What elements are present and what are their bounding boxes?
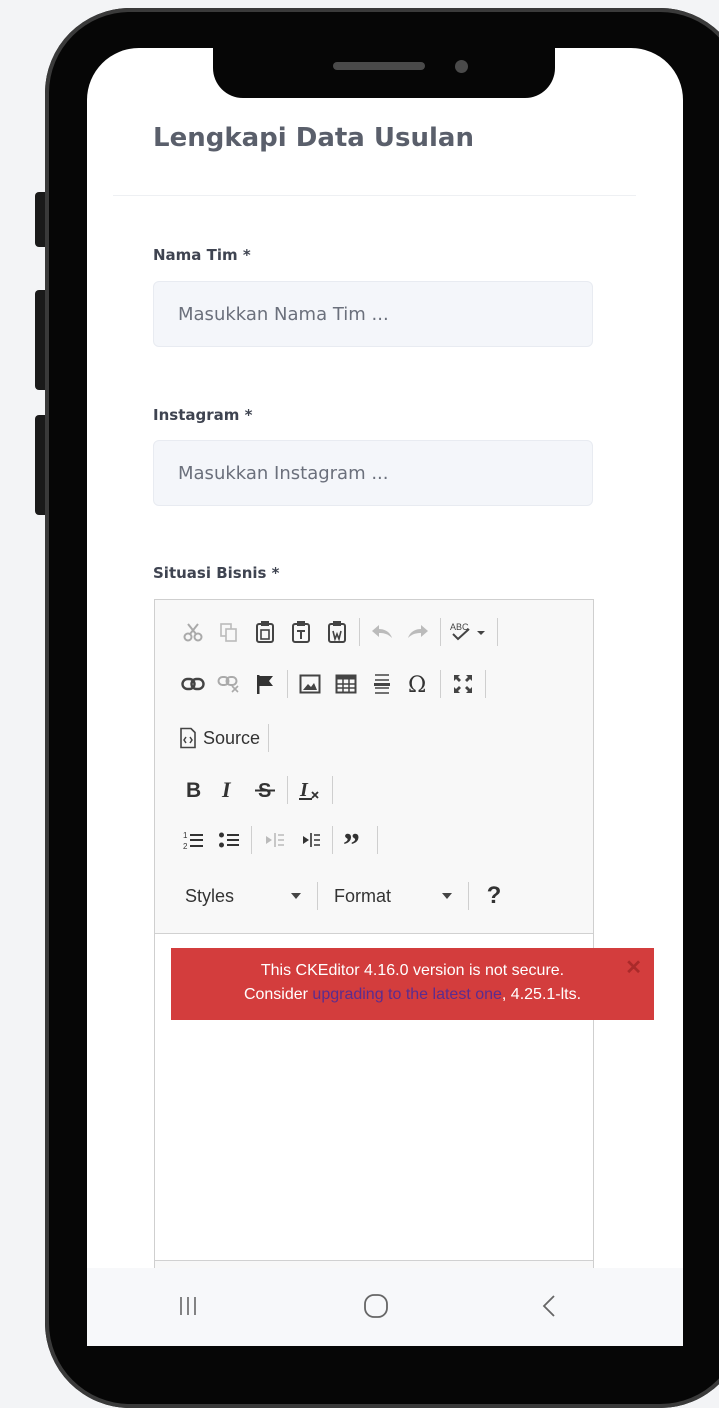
- toolbar-separator: [468, 882, 469, 910]
- phone-notch: [213, 48, 555, 98]
- strike-icon[interactable]: S: [247, 775, 283, 805]
- toolbar-separator: [332, 826, 333, 854]
- toolbar-separator: [377, 826, 378, 854]
- table-icon[interactable]: [328, 669, 364, 699]
- chevron-down-icon: [442, 893, 452, 899]
- cut-icon[interactable]: [175, 617, 211, 647]
- styles-dropdown[interactable]: Styles: [175, 881, 313, 911]
- upgrade-link[interactable]: upgrading to the latest one: [312, 986, 501, 1003]
- instagram-input[interactable]: [153, 440, 593, 506]
- close-icon[interactable]: ✕: [625, 956, 642, 980]
- toolbar-row-styles: Styles Format ?: [175, 878, 509, 914]
- svg-text:B: B: [186, 779, 201, 801]
- svg-text:2: 2: [183, 842, 188, 851]
- notice-line-1: This CKEditor 4.16.0 version is not secu…: [260, 962, 565, 979]
- image-icon[interactable]: [292, 669, 328, 699]
- special-char-icon[interactable]: Ω: [400, 669, 436, 699]
- paste-icon[interactable]: [247, 617, 283, 647]
- page-title: Lengkapi Data Usulan: [153, 123, 474, 153]
- toolbar-separator: [268, 724, 270, 752]
- back-icon[interactable]: [527, 1286, 571, 1326]
- system-navigation-bar: [87, 1268, 683, 1346]
- toolbar-separator: [440, 618, 441, 646]
- format-dropdown[interactable]: Format: [322, 881, 464, 911]
- business-situation-label: Situasi Bisnis *: [153, 564, 280, 582]
- svg-text:1: 1: [183, 831, 188, 840]
- toolbar-separator: [287, 776, 288, 804]
- recent-apps-icon[interactable]: [166, 1286, 210, 1326]
- source-icon: [180, 727, 196, 749]
- security-notice: This CKEditor 4.16.0 version is not secu…: [171, 948, 654, 1020]
- notice-line-2: Consider upgrading to the latest one, 4.…: [171, 983, 654, 1007]
- svg-text:I: I: [221, 779, 232, 801]
- numbered-list-icon[interactable]: 12: [175, 825, 211, 855]
- svg-text:”: ”: [343, 830, 360, 850]
- horizontal-line-icon[interactable]: [364, 669, 400, 699]
- notice-suffix: , 4.25.1-lts.: [501, 986, 582, 1003]
- help-button[interactable]: ?: [479, 882, 509, 910]
- team-name-label: Nama Tim *: [153, 246, 251, 264]
- toolbar-separator: [332, 776, 333, 804]
- home-icon[interactable]: [354, 1286, 398, 1326]
- outdent-icon[interactable]: [256, 825, 292, 855]
- toolbar-separator: [497, 618, 498, 646]
- toolbar-separator: [440, 670, 441, 698]
- toolbar-row-paragraph: 12 ”: [175, 822, 382, 858]
- speaker-grille: [333, 62, 425, 70]
- toolbar-separator: [485, 670, 486, 698]
- unlink-icon[interactable]: [211, 669, 247, 699]
- anchor-icon[interactable]: [247, 669, 283, 699]
- toolbar-separator: [317, 882, 318, 910]
- bold-icon[interactable]: B: [175, 775, 211, 805]
- paste-word-icon[interactable]: [319, 617, 355, 647]
- toolbar-separator: [359, 618, 360, 646]
- spellcheck-icon[interactable]: ABC: [445, 617, 493, 647]
- bulleted-list-icon[interactable]: [211, 825, 247, 855]
- redo-icon[interactable]: [400, 617, 436, 647]
- toolbar-separator: [287, 670, 288, 698]
- toolbar-separator: [251, 826, 252, 854]
- indent-icon[interactable]: [292, 825, 328, 855]
- styles-dropdown-label: Styles: [185, 885, 235, 906]
- form-card: Lengkapi Data Usulan Nama Tim * Instagra…: [113, 85, 636, 1299]
- svg-text:Ω: Ω: [408, 673, 426, 695]
- editor-toolbar: ABC Ω Source B I S I 1 2 ” Styles Format…: [155, 600, 593, 934]
- italic-icon[interactable]: I: [211, 775, 247, 805]
- source-button[interactable]: Source: [175, 723, 264, 753]
- source-label: Source: [203, 727, 261, 748]
- remove-format-icon[interactable]: I: [292, 775, 328, 805]
- format-dropdown-label: Format: [334, 885, 392, 906]
- toolbar-row-basic-styles: B I S I: [175, 772, 337, 808]
- svg-text:I: I: [299, 779, 309, 801]
- toolbar-row-clipboard: ABC: [175, 614, 502, 650]
- notice-prefix: Consider: [243, 986, 313, 1003]
- card-header: Lengkapi Data Usulan: [113, 85, 636, 196]
- copy-icon[interactable]: [211, 617, 247, 647]
- team-name-input[interactable]: [153, 281, 593, 347]
- maximize-icon[interactable]: [445, 669, 481, 699]
- undo-icon[interactable]: [364, 617, 400, 647]
- instagram-label: Instagram *: [153, 406, 253, 424]
- front-camera: [455, 60, 468, 73]
- link-icon[interactable]: [175, 669, 211, 699]
- toolbar-row-source: Source: [175, 720, 273, 756]
- paste-text-icon[interactable]: [283, 617, 319, 647]
- toolbar-row-insert: Ω: [175, 666, 490, 702]
- blockquote-icon[interactable]: ”: [337, 825, 373, 855]
- chevron-down-icon: [291, 893, 301, 899]
